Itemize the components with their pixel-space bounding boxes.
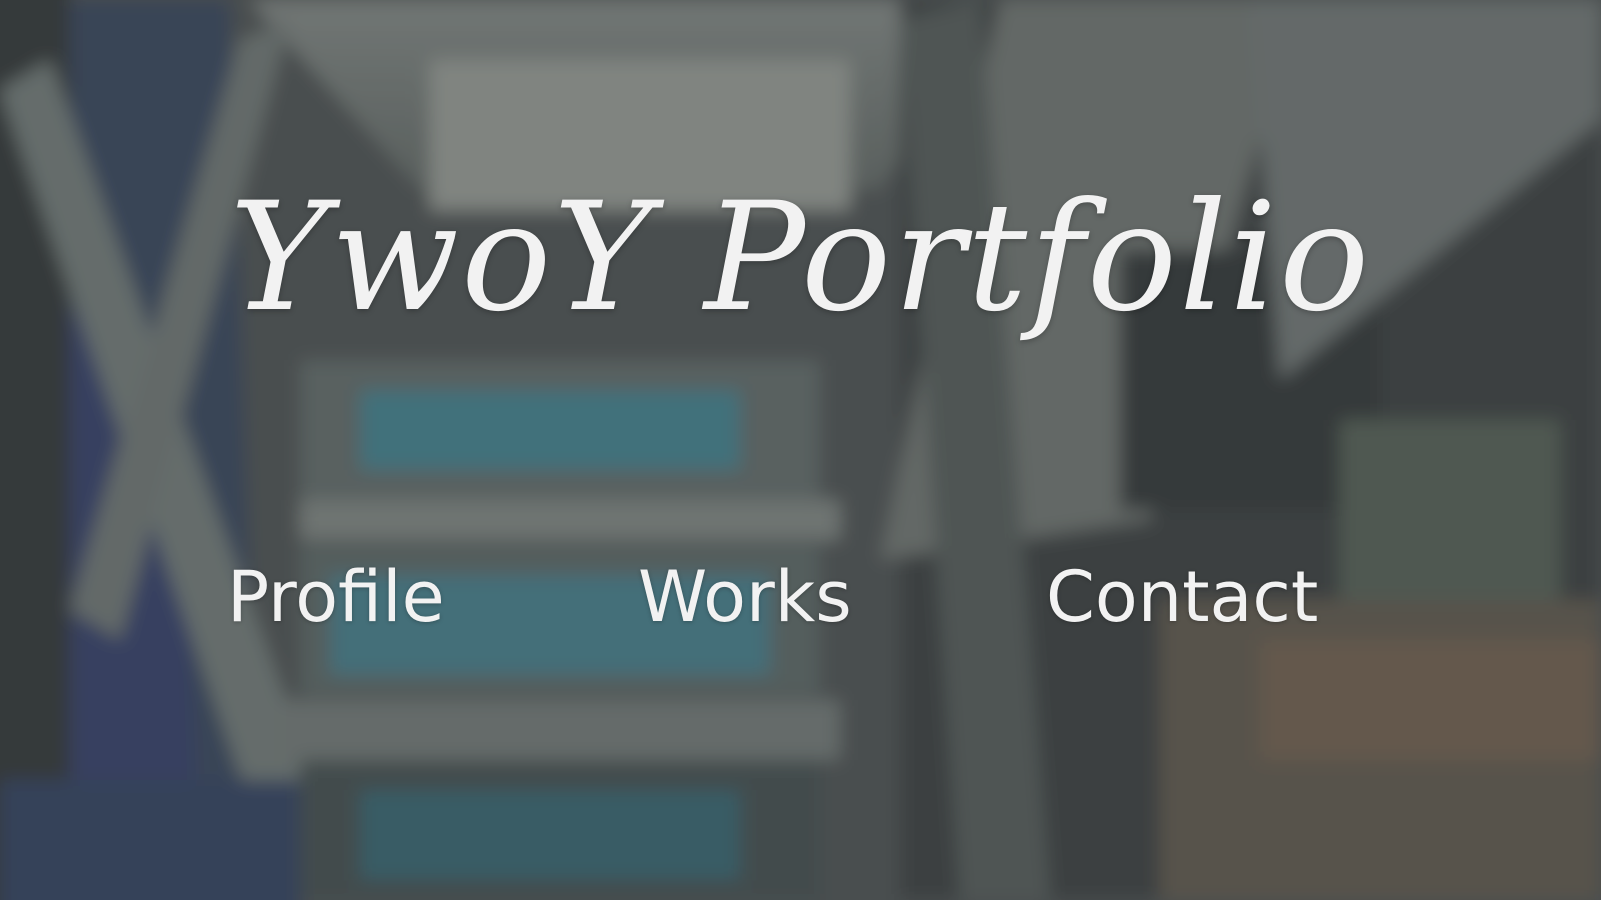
nav-link-works[interactable]: Works — [638, 555, 852, 639]
main-nav: Profile Works Contact — [0, 555, 1601, 645]
nav-link-profile[interactable]: Profile — [227, 555, 445, 639]
hero-overlay — [0, 0, 1601, 900]
site-title: YwoY Portfolio — [229, 171, 1372, 345]
nav-link-contact[interactable]: Contact — [1046, 555, 1318, 639]
